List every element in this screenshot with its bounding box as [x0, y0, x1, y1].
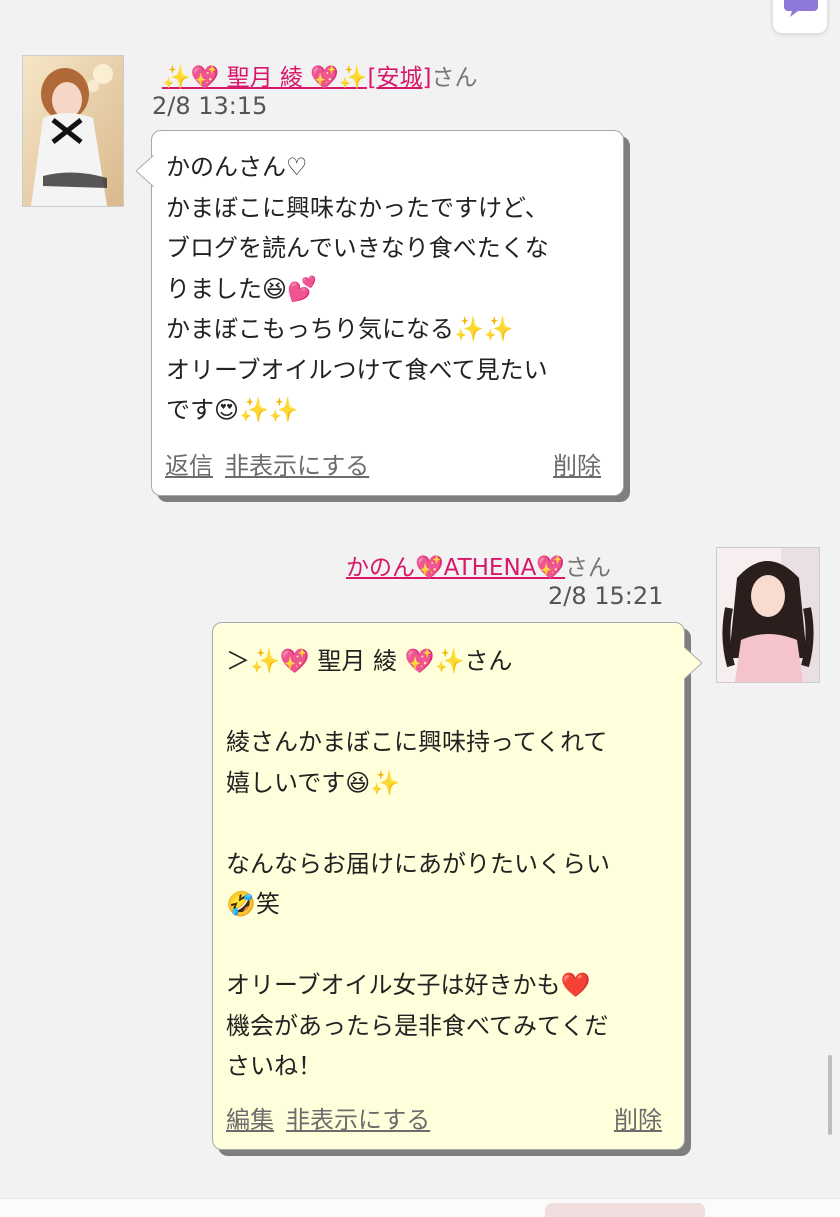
own-name-link[interactable]: かのん💖ATHENA💖 — [346, 555, 565, 581]
sender-name-link[interactable]: ✨💖 聖月 綾 💖✨[安城] — [162, 65, 431, 91]
delete-link[interactable]: 削除 — [553, 446, 601, 481]
message-text: ＞✨💖 聖月 綾 💖✨さん 綾さんかまぼこに興味持ってくれて 嬉しいです😆✨ な… — [226, 647, 610, 1080]
actions-spacer — [381, 446, 553, 481]
hide-link[interactable]: 非表示にする — [225, 446, 369, 481]
reply-link[interactable]: 返信 — [165, 446, 213, 481]
message-actions: 返信 非表示にする 削除 — [165, 446, 601, 481]
chat-button[interactable] — [772, 0, 828, 34]
avatar-photo — [23, 56, 123, 206]
footer-strip — [0, 1198, 840, 1217]
own-avatar[interactable] — [716, 547, 820, 683]
sender-avatar[interactable] — [22, 55, 124, 207]
actions-spacer — [442, 1100, 614, 1135]
footer-ornament — [545, 1203, 705, 1217]
chat-bubble-icon — [784, 0, 818, 17]
sender-name-line: ✨💖 聖月 綾 💖✨[安城]さん — [162, 58, 477, 92]
scrollbar-thumb[interactable] — [828, 1055, 832, 1135]
honorific: さん — [431, 65, 478, 91]
edit-link[interactable]: 編集 — [226, 1100, 274, 1135]
avatar-photo — [717, 548, 819, 682]
message-timestamp: 2/8 13:15 — [152, 92, 268, 120]
own-name-line: かのん💖ATHENA💖さん — [346, 548, 611, 582]
received-message-bubble: かのんさん♡ かまぼこに興味なかったですけど、 ブログを読んでいきなり食べたくな… — [136, 130, 624, 496]
message-actions: 編集 非表示にする 削除 — [226, 1100, 662, 1135]
delete-link[interactable]: 削除 — [614, 1100, 662, 1135]
message-text: かのんさん♡ かまぼこに興味なかったですけど、 ブログを読んでいきなり食べたくな… — [166, 153, 549, 424]
message-timestamp: 2/8 15:21 — [548, 582, 664, 610]
hide-link[interactable]: 非表示にする — [286, 1100, 430, 1135]
bubble-tail — [684, 647, 702, 679]
sent-message-bubble: ＞✨💖 聖月 綾 💖✨さん 綾さんかまぼこに興味持ってくれて 嬉しいです😆✨ な… — [212, 622, 702, 1150]
bubble-tail — [136, 155, 154, 187]
honorific: さん — [565, 555, 612, 581]
